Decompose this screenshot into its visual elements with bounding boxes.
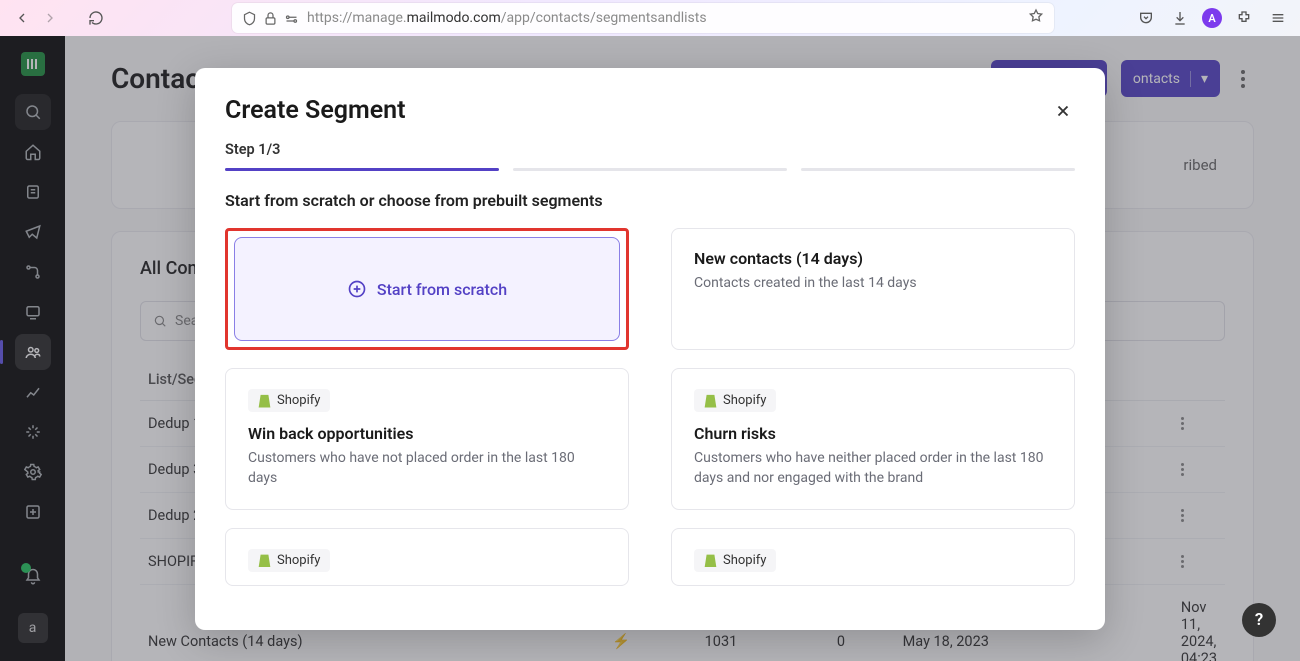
back-button[interactable] [10,6,34,30]
create-segment-modal: Create Segment Step 1/3 Start from scrat… [195,68,1105,630]
url-bar[interactable]: https://manage.mailmodo.com/app/contacts… [232,3,1054,33]
scratch-highlight: Start from scratch [225,228,629,350]
prebuilt-segment-card[interactable]: Shopify Win back opportunities Customers… [225,368,629,510]
prebuilt-segment-card[interactable]: Shopify Churn risks Customers who have n… [671,368,1075,510]
shopify-bag-icon [258,394,271,408]
modal-title: Create Segment [225,96,406,125]
profile-avatar[interactable]: A [1202,8,1222,28]
shopify-bag-icon [704,553,717,567]
shopify-tag: Shopify [248,389,330,412]
help-button[interactable]: ? [1242,603,1276,637]
forward-button[interactable] [38,6,62,30]
shopify-tag: Shopify [694,549,776,572]
shopify-bag-icon [704,394,717,408]
downloads-icon[interactable] [1168,6,1192,30]
step-indicator: Step 1/3 [225,141,1075,158]
prebuilt-segment-card[interactable]: Shopify [225,528,629,586]
shield-icon [242,11,257,26]
close-icon[interactable] [1051,99,1075,123]
modal-subtitle: Start from scratch or choose from prebui… [225,191,1075,210]
bookmark-star-icon[interactable] [1028,8,1044,28]
lock-icon [263,11,278,26]
progress-bar [225,168,1075,171]
prebuilt-segment-card[interactable]: Shopify [671,528,1075,586]
permissions-icon [284,11,299,26]
shopify-tag: Shopify [248,549,330,572]
menu-icon[interactable] [1266,6,1290,30]
pocket-icon[interactable] [1134,6,1158,30]
shopify-bag-icon [258,553,271,567]
plus-circle-icon [347,279,367,299]
reload-button[interactable] [84,6,108,30]
shopify-tag: Shopify [694,389,776,412]
extensions-icon[interactable] [1232,6,1256,30]
prebuilt-segment-card[interactable]: New contacts (14 days) Contacts created … [671,228,1075,350]
browser-toolbar: https://manage.mailmodo.com/app/contacts… [0,0,1300,36]
url-text: https://manage.mailmodo.com/app/contacts… [307,10,1020,26]
start-from-scratch-card[interactable]: Start from scratch [234,237,620,341]
